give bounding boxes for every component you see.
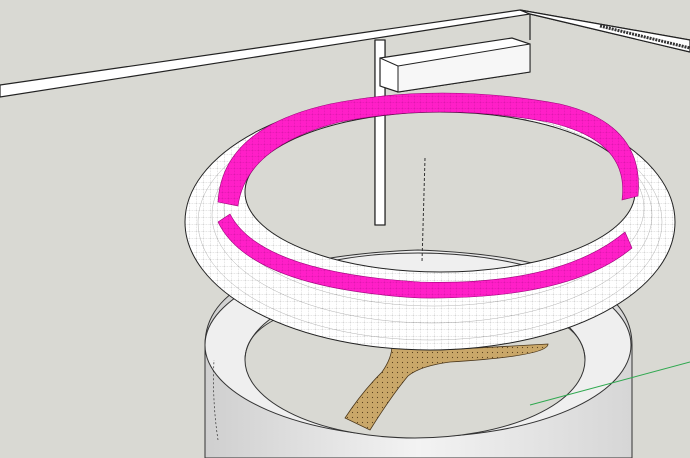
- modeling-viewport[interactable]: [0, 0, 690, 458]
- wall-shelf-box: [379, 37, 531, 93]
- scene-canvas[interactable]: [0, 0, 690, 458]
